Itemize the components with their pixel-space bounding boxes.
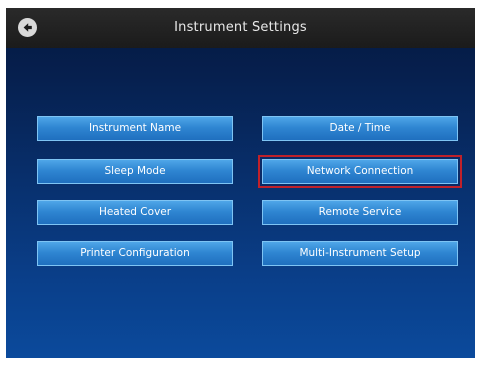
remote-service-button[interactable]: Remote Service <box>262 200 458 225</box>
multi-instrument-setup-button[interactable]: Multi-Instrument Setup <box>262 241 458 266</box>
page-title: Instrument Settings <box>174 20 307 35</box>
instrument-name-button[interactable]: Instrument Name <box>37 116 233 141</box>
sleep-mode-button[interactable]: Sleep Mode <box>37 159 233 184</box>
printer-configuration-button[interactable]: Printer Configuration <box>37 241 233 266</box>
network-connection-button[interactable]: Network Connection <box>262 159 458 184</box>
title-bar: Instrument Settings <box>6 8 475 48</box>
instrument-screen: Instrument Settings Instrument Name Date… <box>6 8 475 358</box>
heated-cover-button[interactable]: Heated Cover <box>37 200 233 225</box>
date-time-button[interactable]: Date / Time <box>262 116 458 141</box>
